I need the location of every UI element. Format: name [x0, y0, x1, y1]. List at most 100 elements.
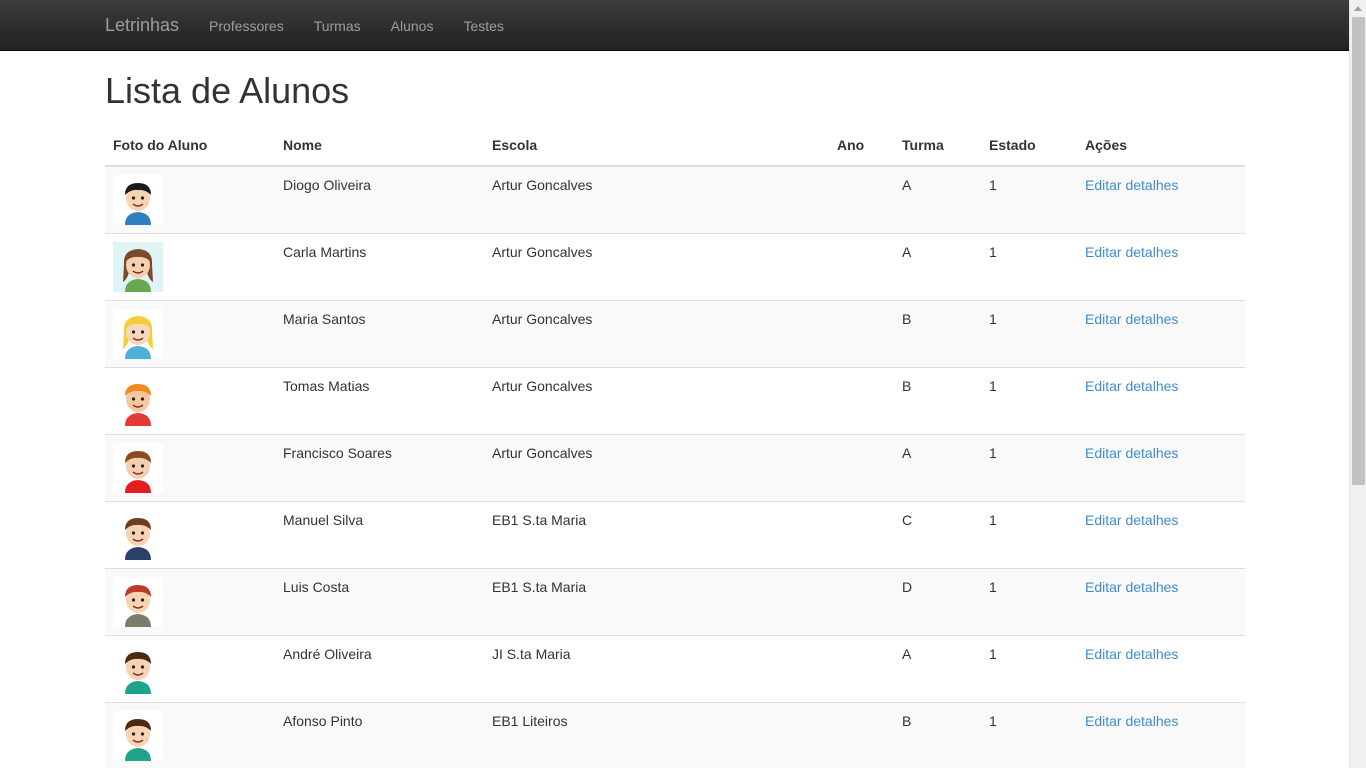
edit-details-link[interactable]: Editar detalhes — [1085, 713, 1178, 729]
cell-estado: 1 — [981, 166, 1077, 234]
table-row: Francisco Soares Artur Goncalves A 1 Edi… — [105, 434, 1245, 502]
table-row: Manuel Silva EB1 S.ta Maria C 1 Editar d… — [105, 501, 1245, 569]
nav-item-alunos: Alunos — [376, 0, 449, 51]
cell-ano — [829, 568, 894, 636]
cell-nome: Luis Costa — [275, 568, 484, 636]
cell-turma: A — [894, 434, 981, 502]
cell-foto — [105, 635, 275, 703]
student-avatar — [113, 309, 267, 359]
cell-foto — [105, 702, 275, 768]
table-row: Diogo Oliveira Artur Goncalves A 1 Edita… — [105, 166, 1245, 234]
nav-item-testes: Testes — [448, 0, 518, 51]
cell-estado: 1 — [981, 702, 1077, 768]
cell-ano — [829, 501, 894, 569]
student-avatar — [113, 644, 267, 694]
nav-link-testes[interactable]: Testes — [448, 0, 518, 51]
table-header-row: Foto do Aluno Nome Escola Ano Turma Esta… — [105, 127, 1245, 167]
cell-foto — [105, 434, 275, 502]
header-escola: Escola — [484, 127, 829, 167]
cell-nome: Manuel Silva — [275, 501, 484, 569]
cell-turma: A — [894, 635, 981, 703]
edit-details-link[interactable]: Editar detalhes — [1085, 378, 1178, 394]
cell-escola: EB1 S.ta Maria — [484, 501, 829, 569]
nav-item-turmas: Turmas — [299, 0, 376, 51]
cell-turma: C — [894, 501, 981, 569]
cell-escola: JI S.ta Maria — [484, 635, 829, 703]
student-avatar — [113, 711, 267, 761]
cell-nome: Tomas Matias — [275, 367, 484, 435]
cell-ano — [829, 434, 894, 502]
cell-escola: Artur Goncalves — [484, 300, 829, 368]
cell-ano — [829, 300, 894, 368]
cell-nome: Afonso Pinto — [275, 702, 484, 768]
cell-acoes: Editar detalhes — [1077, 568, 1245, 636]
edit-details-link[interactable]: Editar detalhes — [1085, 445, 1178, 461]
table-row: Luis Costa EB1 S.ta Maria D 1 Editar det… — [105, 568, 1245, 636]
header-ano: Ano — [829, 127, 894, 167]
brand-link[interactable]: Letrinhas — [105, 15, 179, 35]
cell-nome: Maria Santos — [275, 300, 484, 368]
cell-escola: Artur Goncalves — [484, 166, 829, 234]
students-table: Foto do Aluno Nome Escola Ano Turma Esta… — [105, 127, 1245, 768]
edit-details-link[interactable]: Editar detalhes — [1085, 311, 1178, 327]
cell-acoes: Editar detalhes — [1077, 635, 1245, 703]
cell-ano — [829, 367, 894, 435]
nav-link-turmas[interactable]: Turmas — [299, 0, 376, 51]
student-avatar — [113, 443, 267, 493]
header-estado: Estado — [981, 127, 1077, 167]
table-row: Tomas Matias Artur Goncalves B 1 Editar … — [105, 367, 1245, 435]
edit-details-link[interactable]: Editar detalhes — [1085, 646, 1178, 662]
cell-estado: 1 — [981, 434, 1077, 502]
cell-foto — [105, 233, 275, 301]
cell-turma: D — [894, 568, 981, 636]
page-title: Lista de Alunos — [105, 70, 350, 111]
scrollbar-thumb[interactable] — [1352, 17, 1365, 485]
table-body: Diogo Oliveira Artur Goncalves A 1 Edita… — [105, 166, 1245, 768]
nav-link-alunos[interactable]: Alunos — [376, 0, 449, 51]
cell-acoes: Editar detalhes — [1077, 300, 1245, 368]
vertical-scrollbar[interactable] — [1349, 0, 1366, 768]
cell-acoes: Editar detalhes — [1077, 233, 1245, 301]
header-nome: Nome — [275, 127, 484, 167]
header-acoes: Ações — [1077, 127, 1245, 167]
edit-details-link[interactable]: Editar detalhes — [1085, 579, 1178, 595]
table-row: Afonso Pinto EB1 Liteiros B 1 Editar det… — [105, 702, 1245, 768]
student-avatar — [113, 175, 267, 225]
cell-acoes: Editar detalhes — [1077, 434, 1245, 502]
edit-details-link[interactable]: Editar detalhes — [1085, 512, 1178, 528]
edit-details-link[interactable]: Editar detalhes — [1085, 177, 1178, 193]
cell-foto — [105, 501, 275, 569]
header-turma: Turma — [894, 127, 981, 167]
student-avatar — [113, 577, 267, 627]
cell-estado: 1 — [981, 233, 1077, 301]
cell-estado: 1 — [981, 568, 1077, 636]
table-row: Maria Santos Artur Goncalves B 1 Editar … — [105, 300, 1245, 368]
edit-details-link[interactable]: Editar detalhes — [1085, 244, 1178, 260]
cell-escola: Artur Goncalves — [484, 233, 829, 301]
cell-foto — [105, 166, 275, 234]
cell-escola: EB1 S.ta Maria — [484, 568, 829, 636]
cell-escola: Artur Goncalves — [484, 367, 829, 435]
cell-acoes: Editar detalhes — [1077, 702, 1245, 768]
top-navbar: Letrinhas Professores Turmas Alunos Test… — [0, 0, 1349, 51]
cell-escola: EB1 Liteiros — [484, 702, 829, 768]
student-avatar — [113, 242, 267, 292]
student-avatar — [113, 376, 267, 426]
cell-ano — [829, 635, 894, 703]
cell-nome: Diogo Oliveira — [275, 166, 484, 234]
cell-acoes: Editar detalhes — [1077, 501, 1245, 569]
cell-turma: B — [894, 300, 981, 368]
cell-ano — [829, 166, 894, 234]
cell-nome: Francisco Soares — [275, 434, 484, 502]
header-foto: Foto do Aluno — [105, 127, 275, 167]
cell-estado: 1 — [981, 501, 1077, 569]
table-row: André Oliveira JI S.ta Maria A 1 Editar … — [105, 635, 1245, 703]
cell-estado: 1 — [981, 635, 1077, 703]
cell-turma: A — [894, 233, 981, 301]
cell-estado: 1 — [981, 367, 1077, 435]
cell-nome: Carla Martins — [275, 233, 484, 301]
cell-turma: A — [894, 166, 981, 234]
scroll-up-arrow-icon[interactable] — [1350, 0, 1366, 17]
nav-link-professores[interactable]: Professores — [194, 0, 299, 51]
nav-item-professores: Professores — [194, 0, 299, 51]
